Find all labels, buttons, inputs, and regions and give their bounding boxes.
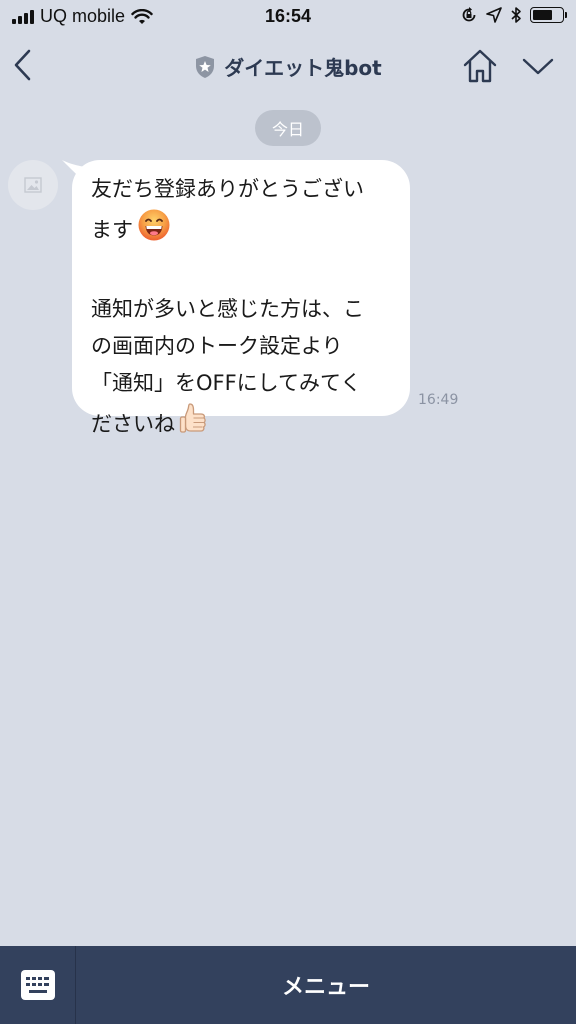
home-icon [463, 49, 497, 83]
bot-avatar[interactable] [8, 160, 58, 210]
keyboard-icon [20, 970, 55, 1000]
message-line-with-emoji: ださいね [91, 402, 392, 448]
message-line: 通知が多いと感じた方は、こ [91, 297, 364, 321]
grinning-face-emoji [137, 208, 171, 254]
chevron-down-icon [522, 58, 554, 75]
location-icon [486, 7, 502, 23]
shield-star-icon [196, 55, 215, 78]
rotation-lock-icon [462, 7, 476, 22]
home-button[interactable] [460, 48, 500, 84]
battery-icon [530, 7, 567, 23]
message-timestamp: 16:49 [418, 392, 459, 408]
message-line: 友だち登録ありがとうござい [91, 177, 364, 201]
bluetooth-icon [511, 7, 521, 23]
status-bar: UQ mobile 16:54 [0, 0, 576, 34]
chat-title-text: ダイエット鬼bot [224, 56, 382, 80]
status-right [460, 6, 567, 24]
rich-menu-button[interactable]: メニュー [76, 946, 576, 1024]
date-separator: 今日 [255, 110, 321, 146]
battery-level [533, 10, 552, 20]
message-line: ださいね [91, 412, 175, 436]
menu-dropdown-button[interactable] [518, 48, 558, 84]
keyboard-toggle-button[interactable] [0, 946, 76, 1024]
thumbs-up-emoji [179, 402, 207, 448]
message-line-with-emoji: ます [91, 208, 392, 254]
message-line: の画面内のトーク設定より [91, 334, 343, 358]
message-bubble[interactable]: 友だち登録ありがとうござい ます 通知が多いと感じた方は、こ の画面内のトーク設… [72, 160, 410, 436]
chat-header: ダイエット鬼bot [0, 34, 576, 98]
image-placeholder-icon [24, 177, 42, 193]
message-line: ます [91, 218, 133, 242]
bottom-bar: メニュー [0, 946, 576, 1024]
message-line: 「通知」をOFFにしてみてく [91, 371, 362, 395]
